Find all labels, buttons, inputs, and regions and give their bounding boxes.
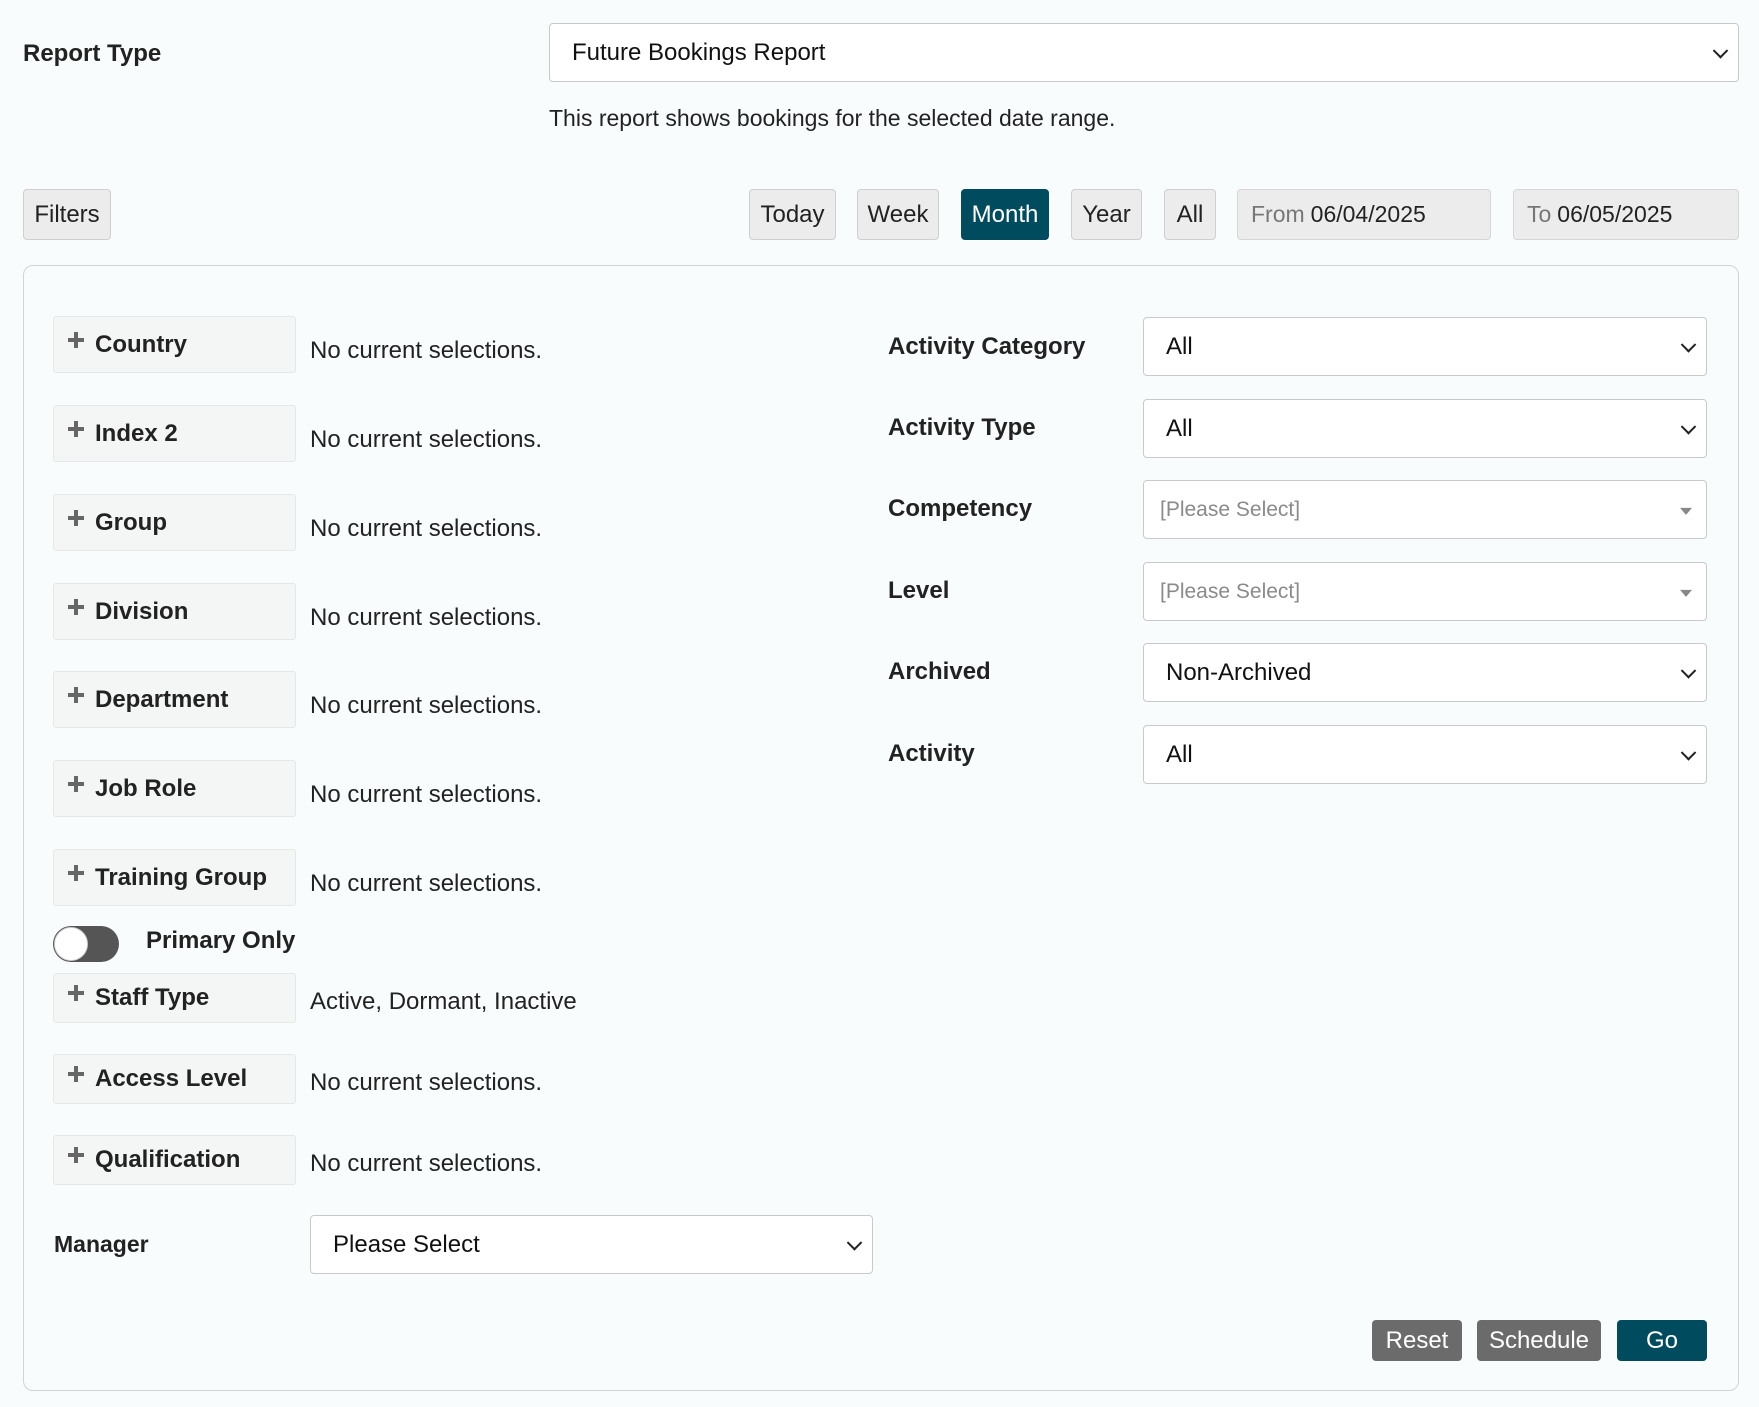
activity-type-label: Activity Type [888, 414, 1036, 441]
from-date-input[interactable]: From 06/04/2025 [1237, 189, 1491, 240]
caret-down-icon [1680, 589, 1692, 597]
filter-training-group-selection: No current selections. [310, 870, 543, 897]
filter-label: Access Level [95, 1065, 248, 1092]
filter-group-selection: No current selections. [310, 515, 543, 542]
plus-icon [68, 1147, 84, 1163]
chevron-down-icon [1680, 418, 1697, 435]
caret-down-icon [1680, 507, 1692, 515]
level-value: [Please Select] [1160, 579, 1301, 603]
archived-select[interactable]: Non-Archived [1143, 643, 1707, 702]
activity-type-select[interactable]: All [1143, 399, 1707, 458]
filter-index2-selection: No current selections. [310, 426, 543, 453]
filter-label: Index 2 [95, 419, 178, 447]
manager-label: Manager [54, 1231, 149, 1257]
activity-type-value: All [1166, 414, 1193, 442]
filter-label: Division [95, 597, 189, 625]
range-all-button[interactable]: All [1164, 189, 1216, 240]
filter-qualification-button[interactable]: Qualification [53, 1135, 296, 1185]
from-date-value: 06/04/2025 [1310, 201, 1426, 227]
activity-category-select[interactable]: All [1143, 317, 1707, 376]
to-date-value: 06/05/2025 [1557, 201, 1673, 227]
chevron-down-icon [1680, 336, 1697, 353]
filter-training-group-button[interactable]: Training Group [53, 849, 296, 906]
plus-icon [68, 509, 84, 526]
filter-division-selection: No current selections. [310, 604, 543, 631]
archived-value: Non-Archived [1166, 658, 1312, 686]
competency-label: Competency [888, 495, 1033, 522]
filter-country-selection: No current selections. [310, 337, 543, 364]
plus-icon [68, 985, 84, 1001]
range-year-button[interactable]: Year [1071, 189, 1142, 240]
filter-job-role-selection: No current selections. [310, 781, 543, 808]
filters-button[interactable]: Filters [23, 189, 111, 240]
level-label: Level [888, 577, 950, 604]
plus-icon [68, 1066, 84, 1082]
archived-label: Archived [888, 658, 991, 685]
plus-icon [68, 686, 84, 703]
filter-access-level-button[interactable]: Access Level [53, 1054, 296, 1104]
report-type-value: Future Bookings Report [572, 38, 826, 66]
schedule-button[interactable]: Schedule [1477, 1320, 1601, 1361]
from-date-prefix: From [1251, 201, 1305, 227]
manager-value: Please Select [333, 1230, 480, 1258]
plus-icon [68, 598, 84, 615]
go-button[interactable]: Go [1617, 1320, 1707, 1361]
report-description: This report shows bookings for the selec… [549, 105, 1116, 131]
activity-label: Activity [888, 740, 975, 767]
filter-staff-type-button[interactable]: Staff Type [53, 973, 296, 1023]
competency-select[interactable]: [Please Select] [1143, 480, 1707, 539]
filter-division-button[interactable]: Division [53, 583, 296, 640]
filter-label: Staff Type [95, 984, 210, 1011]
filter-label: Country [95, 330, 187, 358]
filter-country-button[interactable]: Country [53, 316, 296, 373]
plus-icon [68, 775, 84, 792]
primary-only-toggle[interactable] [53, 926, 119, 962]
report-type-label: Report Type [23, 40, 162, 67]
chevron-down-icon [1680, 744, 1697, 761]
to-date-prefix: To [1527, 201, 1552, 227]
toggle-knob [54, 927, 88, 961]
chevron-down-icon [1680, 662, 1697, 679]
filter-label: Group [95, 508, 167, 536]
range-today-button[interactable]: Today [749, 189, 836, 240]
activity-category-label: Activity Category [888, 333, 1086, 360]
filter-staff-type-selection: Active, Dormant, Inactive [310, 988, 577, 1015]
range-month-button[interactable]: Month [961, 189, 1049, 240]
chevron-down-icon [1712, 42, 1729, 59]
plus-icon [68, 331, 84, 348]
filter-label: Department [95, 685, 229, 713]
filter-label: Qualification [95, 1146, 241, 1173]
activity-select[interactable]: All [1143, 725, 1707, 784]
filter-label: Training Group [95, 863, 267, 891]
filter-department-button[interactable]: Department [53, 671, 296, 728]
primary-only-label: Primary Only [146, 927, 296, 954]
filter-label: Job Role [95, 774, 197, 802]
competency-value: [Please Select] [1160, 497, 1301, 521]
activity-value: All [1166, 740, 1193, 768]
activity-category-value: All [1166, 332, 1193, 360]
filter-index2-button[interactable]: Index 2 [53, 405, 296, 462]
filter-group-button[interactable]: Group [53, 494, 296, 551]
report-type-select[interactable]: Future Bookings Report [549, 23, 1739, 82]
to-date-input[interactable]: To 06/05/2025 [1513, 189, 1739, 240]
filter-qualification-selection: No current selections. [310, 1150, 543, 1177]
level-select[interactable]: [Please Select] [1143, 562, 1707, 621]
plus-icon [68, 864, 84, 881]
filter-department-selection: No current selections. [310, 692, 543, 719]
range-week-button[interactable]: Week [857, 189, 939, 240]
filter-access-level-selection: No current selections. [310, 1069, 543, 1096]
plus-icon [68, 420, 84, 437]
reset-button[interactable]: Reset [1372, 1320, 1462, 1361]
chevron-down-icon [846, 1234, 863, 1251]
manager-select[interactable]: Please Select [310, 1215, 873, 1274]
filter-job-role-button[interactable]: Job Role [53, 760, 296, 817]
